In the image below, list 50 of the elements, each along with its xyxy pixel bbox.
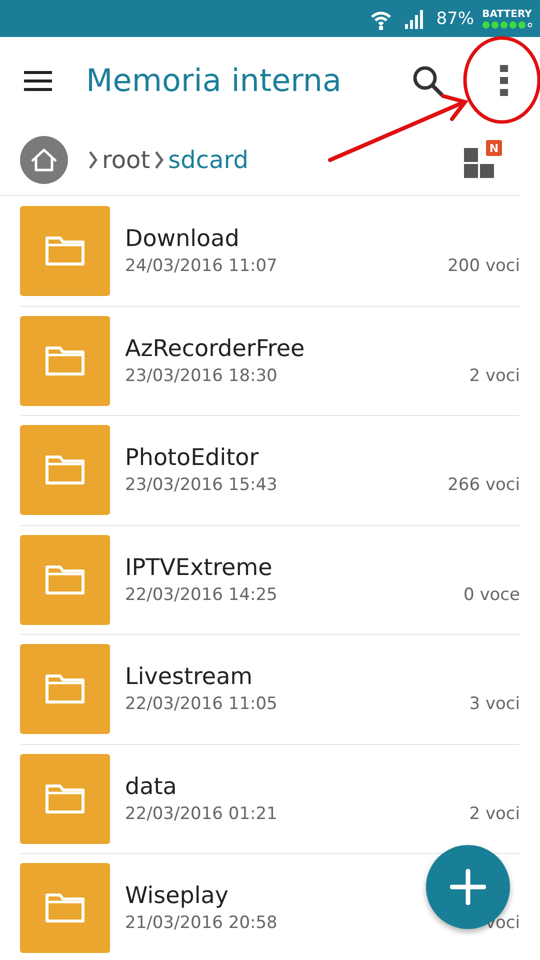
grid-view-button[interactable]: N [464, 142, 500, 178]
folder-date: 21/03/2016 20:58 [125, 913, 278, 934]
folder-name[interactable]: AzRecorderFree [125, 336, 520, 362]
battery-percent: 87% [436, 8, 474, 28]
folder-date: 23/03/2016 18:30 [125, 366, 278, 386]
toolbar-title: Memoria interna [86, 63, 343, 99]
folder-icon [45, 236, 85, 266]
folder-name[interactable]: Download [125, 226, 520, 252]
folder-date: 22/03/2016 14:25 [125, 584, 278, 605]
folder-tile[interactable] [20, 644, 110, 734]
folder-tile[interactable] [20, 863, 110, 954]
chevron-icon [154, 150, 164, 170]
folder-name[interactable]: Wiseplay [125, 883, 520, 910]
battery-label: BATTERY [482, 8, 532, 20]
folder-tile[interactable] [20, 316, 110, 406]
folder-icon [45, 455, 85, 486]
folder-name[interactable]: Livestream [125, 664, 520, 690]
breadcrumb-item[interactable]: root [102, 146, 150, 174]
folder-date: 22/03/2016 01:21 [125, 804, 278, 824]
folder-date: 24/03/2016 11:07 [125, 256, 278, 276]
folder-name[interactable]: PhotoEditor [125, 445, 520, 472]
folder-icon [45, 564, 85, 595]
menu-icon[interactable] [24, 71, 52, 91]
home-icon[interactable] [20, 136, 68, 184]
item-count: 2 voci [469, 366, 520, 386]
folder-icon [45, 674, 85, 704]
search-icon[interactable] [412, 65, 444, 97]
item-count: 266 voci [448, 475, 520, 496]
breadcrumb-item[interactable]: sdcard [168, 146, 248, 174]
item-count: 0 voce [464, 584, 520, 605]
more-options-icon[interactable] [500, 65, 508, 97]
item-count: 3 voci [469, 694, 520, 714]
battery-icon [482, 20, 532, 28]
folder-icon [45, 784, 85, 814]
item-count: 200 voci [448, 256, 520, 276]
folder-date: 22/03/2016 11:05 [125, 694, 278, 714]
folder-tile[interactable] [20, 206, 110, 296]
chevron-icon [88, 150, 98, 170]
folder-icon [45, 346, 85, 376]
folder-tile[interactable] [20, 534, 110, 625]
folder-name[interactable]: data [125, 774, 520, 800]
folder-icon [45, 893, 85, 924]
signal-icon [402, 8, 424, 28]
folder-date: 23/03/2016 15:43 [125, 475, 278, 496]
plus-icon [450, 869, 486, 905]
item-count: 2 voci [469, 804, 520, 824]
folder-tile[interactable] [20, 425, 110, 516]
folder-name[interactable]: IPTVExtreme [125, 554, 520, 581]
folder-tile[interactable] [20, 754, 110, 844]
new-badge: N [486, 140, 502, 156]
